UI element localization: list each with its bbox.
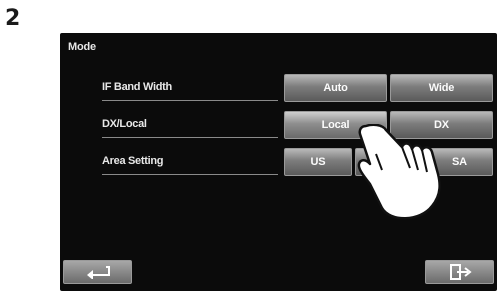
row-divider [102, 100, 278, 101]
step-number: 2 [5, 6, 21, 31]
setting-label-if-band-width: IF Band Width [102, 81, 172, 93]
option-auto-button[interactable]: Auto [284, 74, 387, 102]
row-divider [102, 174, 278, 175]
back-button[interactable] [63, 260, 132, 284]
setting-label-dx-local: DX/Local [102, 118, 147, 130]
mode-screen: Mode IF Band Width Auto Wide DX/Local Lo… [60, 33, 497, 291]
setting-label-area-setting: Area Setting [102, 155, 164, 167]
option-us-button[interactable]: US [284, 148, 352, 176]
option-wide-button[interactable]: Wide [390, 74, 493, 102]
row-divider [102, 137, 278, 138]
back-arrow-icon [86, 266, 110, 279]
screen-title: Mode [68, 41, 96, 53]
exit-icon [449, 264, 472, 280]
hand-pointer-icon [357, 124, 441, 220]
exit-button[interactable] [425, 260, 494, 284]
